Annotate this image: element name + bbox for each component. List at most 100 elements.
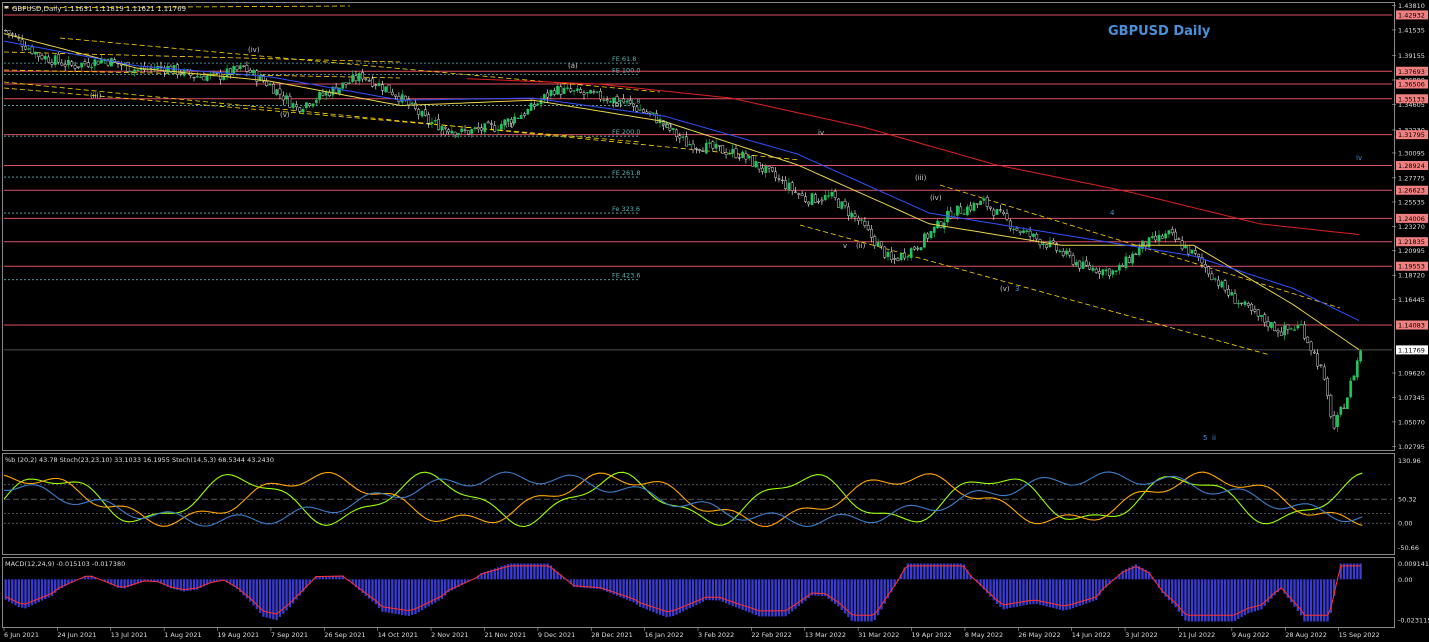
candle-body	[490, 123, 493, 125]
candle-body	[1227, 289, 1230, 296]
candle-body	[357, 72, 361, 82]
candle-body	[724, 152, 728, 155]
candle-body	[1065, 250, 1068, 255]
candle-body	[787, 182, 791, 190]
x-tick-label-25: 15 Sep 2022	[1339, 631, 1380, 639]
candle-body	[1167, 230, 1171, 235]
candle-body	[909, 248, 913, 258]
candle-body	[903, 252, 906, 259]
candle-body	[1051, 240, 1055, 243]
x-tick-label-1: 24 Jun 2021	[57, 631, 96, 639]
candle-body	[648, 111, 652, 114]
candle-body	[645, 111, 649, 114]
fib-label-6: FE 423.6	[612, 272, 641, 280]
candle-body	[675, 129, 678, 137]
candle-body	[1187, 245, 1191, 255]
candle-body	[625, 100, 629, 103]
candle-body	[685, 136, 688, 147]
candle-body	[129, 71, 133, 73]
candle-body	[1303, 324, 1306, 339]
candle-body	[602, 99, 606, 101]
candle-body	[1250, 303, 1253, 311]
x-tick-label-10: 9 Dec 2021	[538, 631, 575, 639]
candle-body	[731, 149, 735, 153]
candle-body	[936, 220, 939, 229]
price-tag-label-7: 1.24006	[1398, 215, 1425, 223]
candle-body	[843, 200, 847, 207]
candle-body	[136, 69, 140, 71]
candle-body	[83, 61, 87, 64]
candle-body	[275, 89, 278, 95]
candle-body	[1220, 281, 1224, 288]
candle-body	[771, 167, 774, 172]
x-tick-label-7: 14 Oct 2021	[378, 631, 418, 639]
candle-body	[1170, 229, 1174, 234]
candle-body	[1075, 261, 1078, 266]
macd-tick-label-2: -0.023115	[1398, 616, 1429, 624]
candle-body	[982, 198, 986, 201]
candle-body	[764, 165, 768, 173]
candle-body	[847, 206, 850, 216]
candle-body	[298, 107, 302, 112]
candle-body	[529, 102, 533, 111]
candle-body	[387, 84, 391, 93]
candle-body	[192, 76, 196, 79]
candle-body	[923, 233, 926, 248]
candle-body	[1121, 265, 1125, 267]
x-tick-label-5: 7 Sep 2021	[271, 631, 308, 639]
candle-body	[1088, 264, 1091, 270]
candle-body	[1151, 236, 1154, 238]
candle-body	[367, 80, 371, 82]
candle-body	[70, 61, 74, 66]
candle-body	[932, 226, 936, 233]
candle-body	[873, 236, 877, 246]
candle-body	[1236, 302, 1240, 305]
price-tag-label-0: 1.42932	[1398, 11, 1425, 19]
candle-body	[90, 66, 93, 69]
candle-body	[850, 212, 854, 218]
candle-body	[1008, 220, 1012, 229]
candle-body	[252, 70, 255, 74]
x-tick-label-8: 2 Nov 2021	[431, 631, 469, 639]
candle-body	[853, 213, 857, 218]
x-tick-label-2: 13 Jul 2021	[111, 631, 148, 639]
candle-body	[433, 120, 437, 122]
candle-body	[47, 56, 50, 63]
candle-body	[100, 59, 103, 64]
candle-body	[1022, 230, 1025, 233]
candle-body	[694, 148, 698, 150]
candle-body	[1266, 321, 1270, 328]
candle-body	[1213, 278, 1217, 280]
chart-canvas[interactable]: FE 61.8FE 100.0FE 161.8FE 200.0FE 261.8F…	[0, 0, 1429, 642]
candle-body	[60, 62, 64, 66]
candle-body	[305, 102, 308, 109]
x-tick-label-17: 19 Apr 2022	[912, 631, 952, 639]
candle-body	[866, 225, 870, 230]
wave-label-3: (i)	[440, 129, 448, 137]
candle-body	[1068, 251, 1072, 256]
candle-body	[523, 113, 526, 116]
candle-body	[592, 91, 596, 93]
candle-body	[526, 109, 530, 115]
candle-body	[281, 95, 285, 101]
candle-body	[880, 241, 883, 247]
candle-body	[1101, 269, 1105, 276]
candle-body	[7, 30, 11, 34]
candle-body	[1194, 250, 1197, 254]
candle-body	[969, 205, 972, 211]
candle-body	[652, 112, 655, 114]
candle-body	[1131, 253, 1134, 264]
candle-body	[314, 99, 318, 104]
candle-body	[893, 258, 896, 260]
x-tick-label-19: 26 May 2022	[1018, 631, 1060, 639]
candle-body	[1134, 253, 1138, 256]
candle-body	[1091, 267, 1095, 271]
candle-body	[324, 91, 328, 96]
candle-body	[242, 65, 245, 67]
candle-body	[737, 157, 741, 159]
y-tick-label-8: 1.25535	[1398, 198, 1425, 206]
wave-label-10: (ii)	[856, 242, 866, 250]
candle-body	[1279, 331, 1283, 336]
candle-body	[744, 153, 748, 160]
candle-body	[1270, 322, 1273, 328]
